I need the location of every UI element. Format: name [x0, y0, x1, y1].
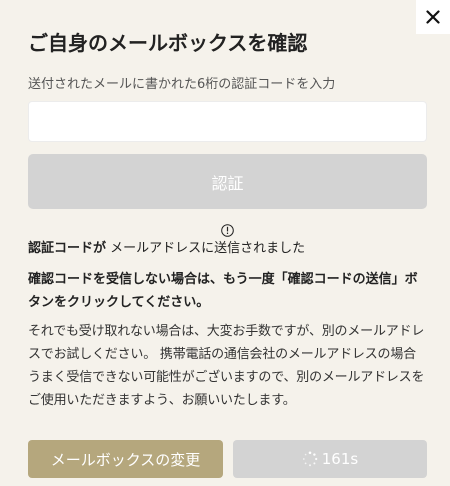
close-icon — [426, 10, 440, 24]
sent-notice-rest: メールアドレスに送信されました — [110, 241, 306, 256]
sent-notice-bold: 認証コードが — [28, 241, 107, 256]
close-button[interactable] — [416, 0, 450, 34]
code-input[interactable] — [28, 101, 427, 142]
spinner-icon — [302, 451, 318, 467]
sent-notice: 認証コードが メールアドレスに送信されました — [28, 237, 305, 256]
verify-button[interactable]: 認証 — [28, 154, 427, 209]
resend-code-button[interactable]: 161s — [233, 440, 427, 478]
resend-countdown: 161s — [321, 450, 359, 468]
dialog-title: ご自身のメールボックスを確認 — [28, 31, 308, 55]
info-icon — [221, 224, 234, 237]
code-field-label: 送付されたメールに書かれた6桁の認証コードを入力 — [28, 77, 336, 92]
change-mailbox-button[interactable]: メールボックスの変更 — [28, 440, 223, 478]
verification-dialog: ご自身のメールボックスを確認 送付されたメールに書かれた6桁の認証コードを入力 … — [0, 0, 450, 486]
resend-instruction: 確認コードを受信しない場合は、もう一度「確認コードの送信」ボタンをクリックしてく… — [28, 272, 418, 310]
alternative-instruction: それでも受け取れない場合は、大変お手数ですが、別のメールアドレスでお試しください… — [28, 324, 425, 408]
